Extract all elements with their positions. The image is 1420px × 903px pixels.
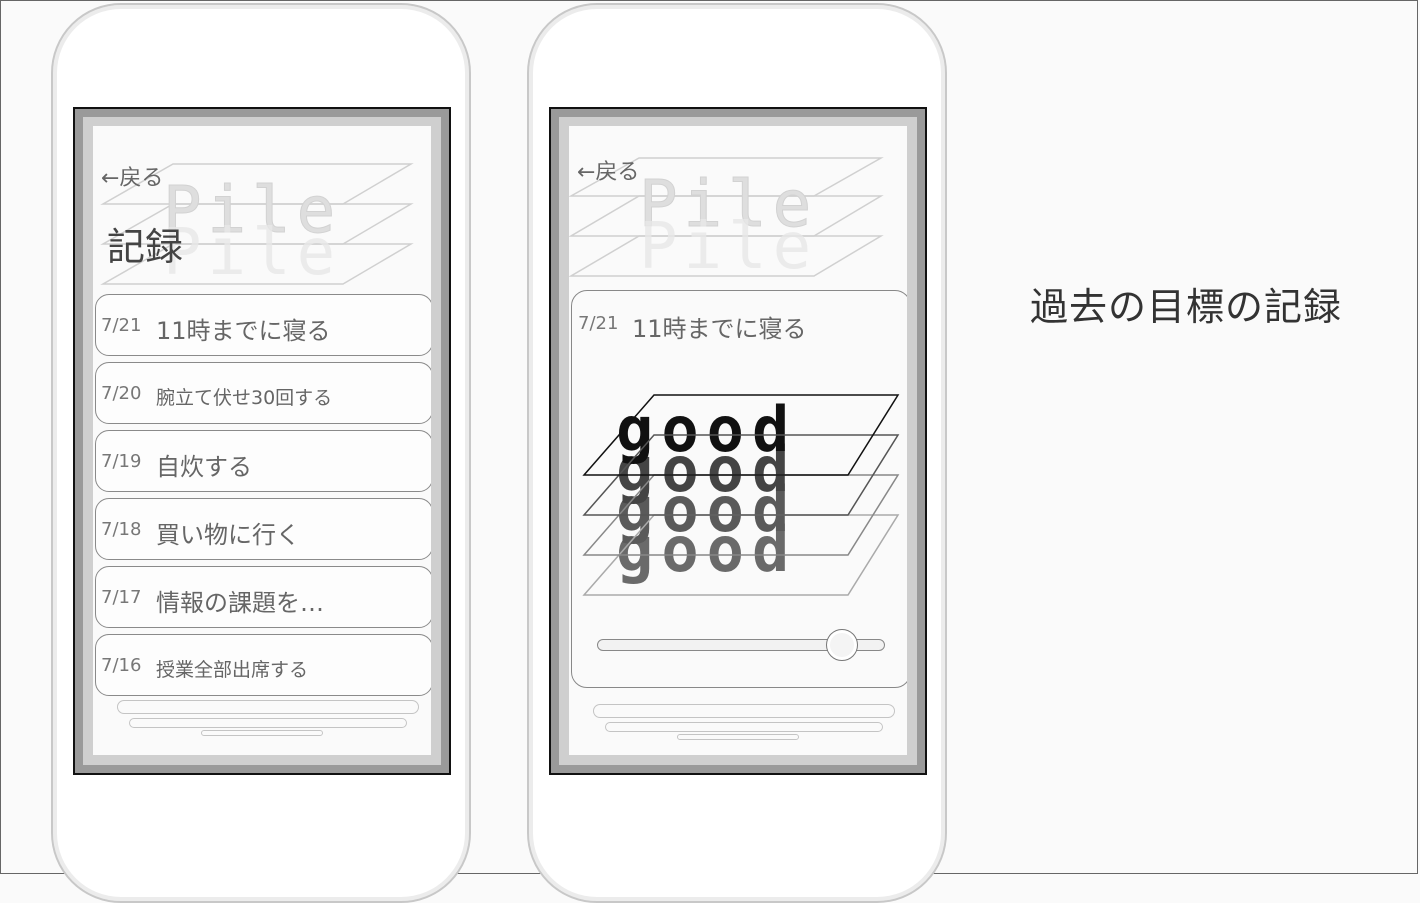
back-button[interactable]: ←戻る	[577, 154, 639, 186]
svg-text:Pile: Pile	[639, 210, 817, 284]
record-date: 7/18	[101, 519, 142, 540]
record-list-item[interactable]: 7/17 情報の課題を…	[95, 566, 431, 628]
record-list-screen: Pile Pile ←戻る 記録 7/21 11時までに寝る 7/20 腕立て伏…	[93, 126, 431, 755]
phone-mockup-list: Pile Pile ←戻る 記録 7/21 11時までに寝る 7/20 腕立て伏…	[51, 3, 471, 903]
record-goal: 自炊する	[156, 453, 252, 481]
record-list-item[interactable]: 7/18 買い物に行く	[95, 498, 431, 560]
record-goal: 授業全部出席する	[156, 659, 309, 681]
stacked-card-shadow	[201, 730, 323, 736]
phone-screen: Pile Pile ←戻る 7/21 11時までに寝る good good go…	[549, 107, 927, 775]
back-button[interactable]: ←戻る	[101, 160, 163, 192]
record-date: 7/21	[578, 313, 619, 334]
phone-mockup-detail: Pile Pile ←戻る 7/21 11時までに寝る good good go…	[527, 3, 947, 903]
stacked-card-shadow	[129, 718, 407, 728]
record-detail-card: 7/21 11時までに寝る good good good good	[571, 290, 907, 688]
record-goal: 11時までに寝る	[632, 315, 807, 343]
record-date: 7/21	[101, 315, 142, 336]
record-goal: 11時までに寝る	[156, 317, 331, 345]
record-goal: 腕立て伏せ30回する	[156, 387, 333, 409]
good-stamp-stack: good good good good	[582, 393, 900, 596]
figure-caption: 過去の目標の記録	[1030, 285, 1343, 329]
page-title: 記録	[107, 225, 184, 269]
good-stamp-layer: good	[616, 393, 797, 466]
record-date: 7/17	[101, 587, 142, 608]
stacked-card-shadow	[677, 734, 799, 740]
record-date: 7/19	[101, 451, 142, 472]
record-date: 7/20	[101, 383, 142, 404]
svg-text:Pile: Pile	[163, 216, 341, 286]
record-goal: 情報の課題を…	[156, 589, 324, 617]
record-list-item[interactable]: 7/21 11時までに寝る	[95, 294, 431, 356]
record-list-item[interactable]: 7/19 自炊する	[95, 430, 431, 492]
phone-screen: Pile Pile ←戻る 記録 7/21 11時までに寝る 7/20 腕立て伏…	[73, 107, 451, 775]
record-list-item[interactable]: 7/16 授業全部出席する	[95, 634, 431, 696]
stacked-card-shadow	[117, 700, 419, 714]
record-detail-screen: Pile Pile ←戻る 7/21 11時までに寝る good good go…	[569, 126, 907, 755]
record-list-item[interactable]: 7/20 腕立て伏せ30回する	[95, 362, 431, 424]
stacked-card-shadow	[593, 704, 895, 718]
record-slider-thumb[interactable]	[825, 629, 858, 661]
record-date: 7/16	[101, 655, 142, 676]
stacked-card-shadow	[605, 722, 883, 732]
record-goal: 買い物に行く	[156, 521, 300, 549]
